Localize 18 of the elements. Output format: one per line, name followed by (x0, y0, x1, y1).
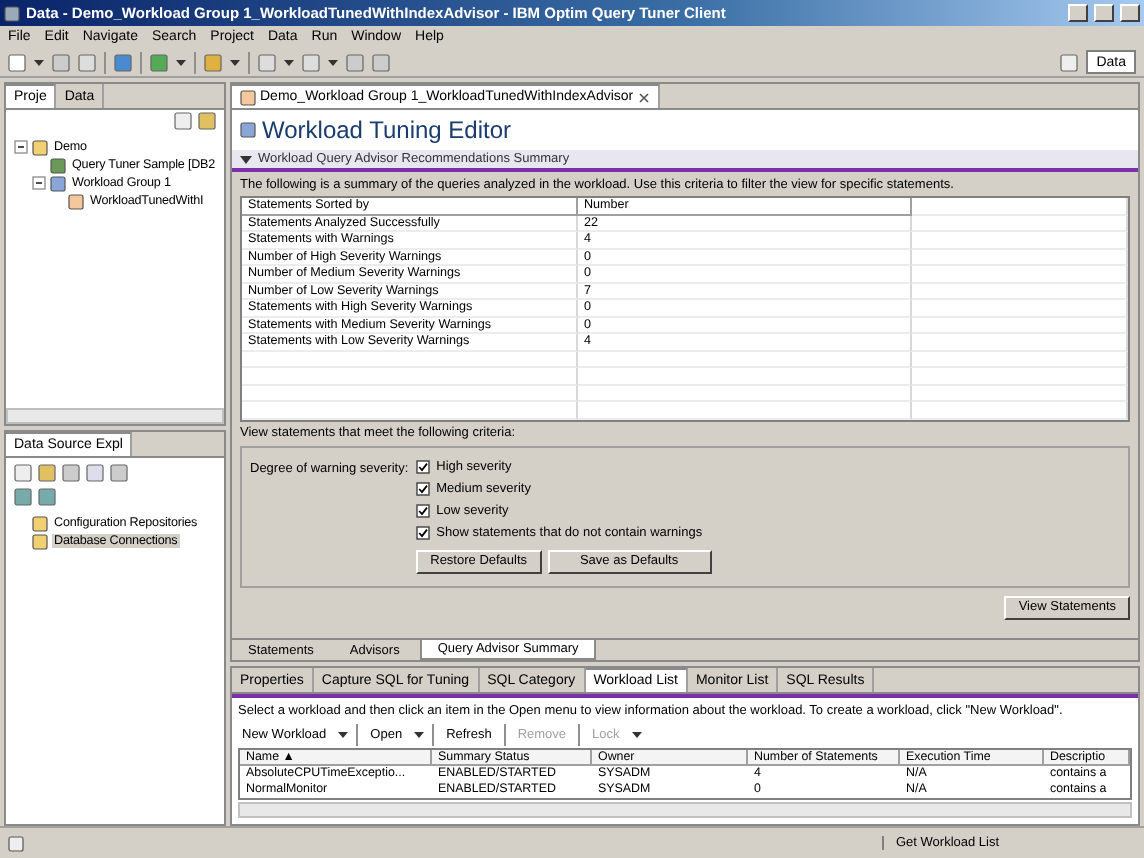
caret-icon[interactable] (230, 59, 240, 65)
checkbox[interactable] (416, 503, 431, 517)
editor-heading: Workload Tuning Editor (262, 116, 512, 144)
caret-icon[interactable] (284, 59, 294, 65)
maximize-button[interactable] (1094, 4, 1114, 22)
caret-icon[interactable] (414, 732, 425, 738)
caret-icon[interactable] (338, 732, 349, 738)
close-icon[interactable] (637, 91, 650, 103)
scroll-bar[interactable] (238, 802, 1132, 818)
checkbox[interactable] (416, 459, 431, 473)
caret-icon[interactable] (34, 59, 44, 65)
caret-icon[interactable] (176, 59, 186, 65)
checkbox[interactable] (416, 525, 431, 539)
caret-icon[interactable] (328, 59, 338, 65)
close-button[interactable] (1120, 4, 1140, 22)
checkbox[interactable] (416, 481, 431, 495)
minimize-button[interactable] (1068, 4, 1088, 22)
scroll-bar[interactable] (6, 408, 224, 424)
